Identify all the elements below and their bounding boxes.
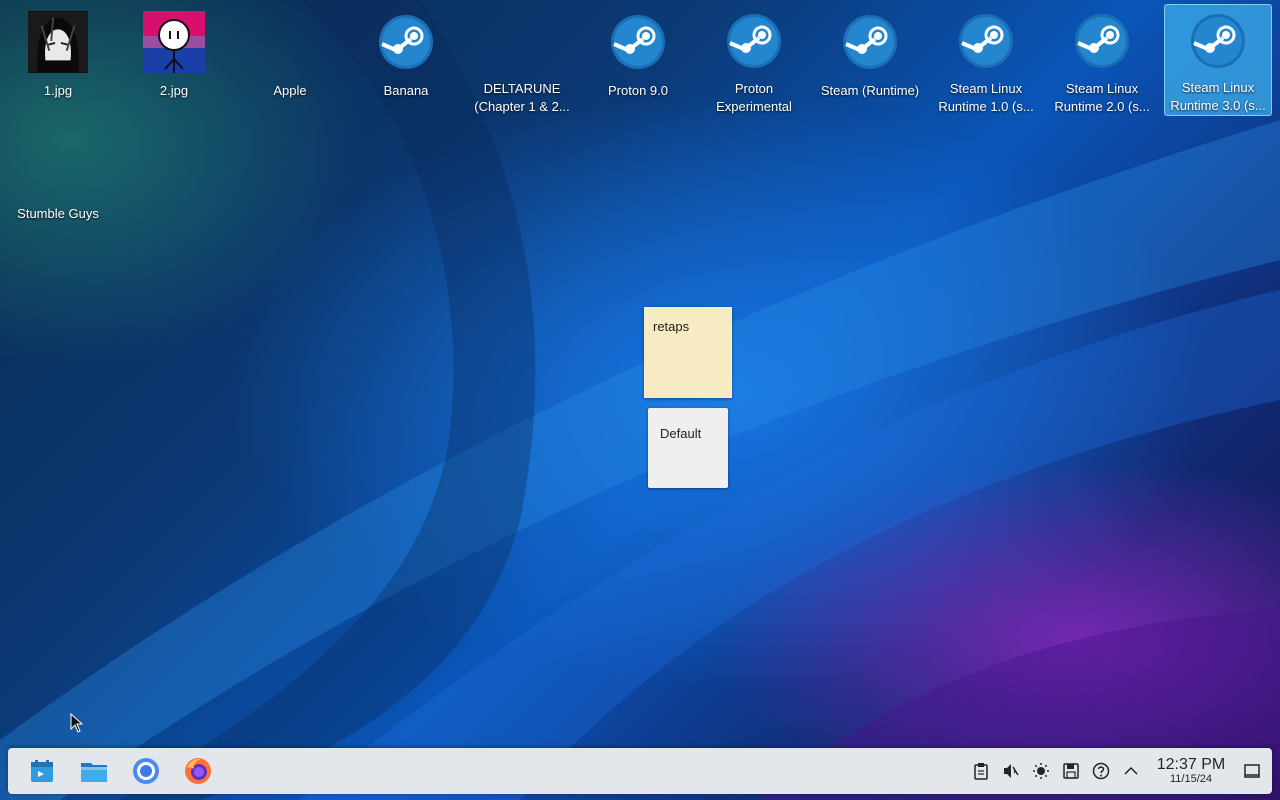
desktop-icon-deltarune[interactable]: DELTARUNE (Chapter 1 & 2...: [468, 4, 576, 116]
disk-button[interactable]: [1056, 756, 1086, 786]
system-tray: 12:37 PM 11/15/24: [966, 748, 1272, 794]
file-manager-icon: [81, 763, 107, 782]
steam-icon: [1188, 11, 1248, 71]
blank-icon: [260, 10, 320, 74]
desktop-icon-proton-experimental[interactable]: Proton Experimental: [700, 4, 808, 116]
blank-icon: [492, 10, 552, 72]
firefox-browser-button[interactable]: [176, 751, 220, 791]
icon-label: Banana: [383, 83, 429, 98]
blank-icon: [28, 133, 88, 197]
desktop-icon-1-jpg[interactable]: 1.jpg: [4, 4, 112, 116]
taskbar: 12:37 PM 11/15/24: [8, 748, 1272, 794]
brightness-button[interactable]: [1026, 756, 1056, 786]
application-launcher-button[interactable]: [20, 751, 64, 791]
icon-label: Steam Linux Runtime 3.0 (s...: [1170, 80, 1266, 113]
file-manager-button[interactable]: [72, 751, 116, 791]
desktop-icon-2-jpg[interactable]: 2.jpg: [120, 4, 228, 116]
icon-label: Stumble Guys: [17, 206, 99, 221]
digital-clock[interactable]: 12:37 PM 11/15/24: [1150, 756, 1232, 786]
desktop-icon-banana[interactable]: Banana: [352, 4, 460, 116]
application-launcher-icon: [31, 760, 53, 782]
show-desktop-icon: [1244, 764, 1260, 778]
expand-arrow-icon: [1124, 766, 1138, 775]
icon-label: Apple: [273, 83, 307, 98]
image-thumbnail-icon: [143, 10, 205, 74]
icon-label: Proton 9.0: [608, 83, 668, 98]
expand-tray-button[interactable]: [1116, 756, 1146, 786]
desktop-icon-stumble-guys[interactable]: Stumble Guys: [4, 127, 112, 239]
image-thumbnail-icon: [28, 10, 88, 74]
desktop-icon-proton-9[interactable]: Proton 9.0: [584, 4, 692, 116]
steam-icon: [840, 10, 900, 74]
desktop-icon-steam-linux-runtime-2[interactable]: Steam Linux Runtime 2.0 (s...: [1048, 4, 1156, 116]
mouse-cursor-icon: [70, 713, 84, 733]
note-text[interactable]: Default: [660, 426, 701, 441]
icon-label: Steam Linux Runtime 1.0 (s...: [938, 81, 1034, 114]
help-button[interactable]: [1086, 756, 1116, 786]
volume-muted-icon: [1004, 764, 1019, 778]
steam-icon: [1072, 10, 1132, 72]
icon-label: Proton Experimental: [716, 81, 792, 114]
sticky-note-white[interactable]: Default: [648, 408, 728, 488]
sticky-note-yellow[interactable]: retaps: [644, 307, 732, 398]
desktop-icon-steam-runtime[interactable]: Steam (Runtime): [816, 4, 924, 116]
clipboard-icon: [974, 763, 988, 780]
save-icon: [1063, 763, 1079, 779]
chromium-browser-button[interactable]: [124, 751, 168, 791]
icon-label: Steam (Runtime): [820, 83, 920, 98]
icon-label: Steam Linux Runtime 2.0 (s...: [1054, 81, 1150, 114]
steam-icon: [608, 10, 668, 74]
clock-date: 11/15/24: [1169, 773, 1212, 785]
volume-button[interactable]: [996, 756, 1026, 786]
help-icon: [1092, 762, 1110, 780]
desktop-icon-steam-linux-runtime-3[interactable]: Steam Linux Runtime 3.0 (s...: [1164, 4, 1272, 116]
steam-icon: [956, 10, 1016, 72]
icon-label: 1.jpg: [43, 83, 73, 98]
clock-time: 12:37 PM: [1156, 756, 1226, 773]
icon-label: 2.jpg: [159, 83, 189, 98]
chromium-browser-icon: [133, 758, 159, 784]
desktop-icon-steam-linux-runtime-1[interactable]: Steam Linux Runtime 1.0 (s...: [932, 4, 1040, 116]
firefox-browser-icon: [185, 758, 211, 784]
show-desktop-button[interactable]: [1232, 751, 1272, 791]
steam-icon: [724, 10, 784, 72]
steam-icon: [376, 10, 436, 74]
desktop-icon-apple[interactable]: Apple: [236, 4, 344, 116]
wallpaper: [0, 0, 1280, 800]
clipboard-button[interactable]: [966, 756, 996, 786]
note-text[interactable]: retaps: [653, 319, 689, 334]
brightness-icon: [1033, 763, 1049, 779]
icon-label: DELTARUNE (Chapter 1 & 2...: [474, 81, 570, 114]
